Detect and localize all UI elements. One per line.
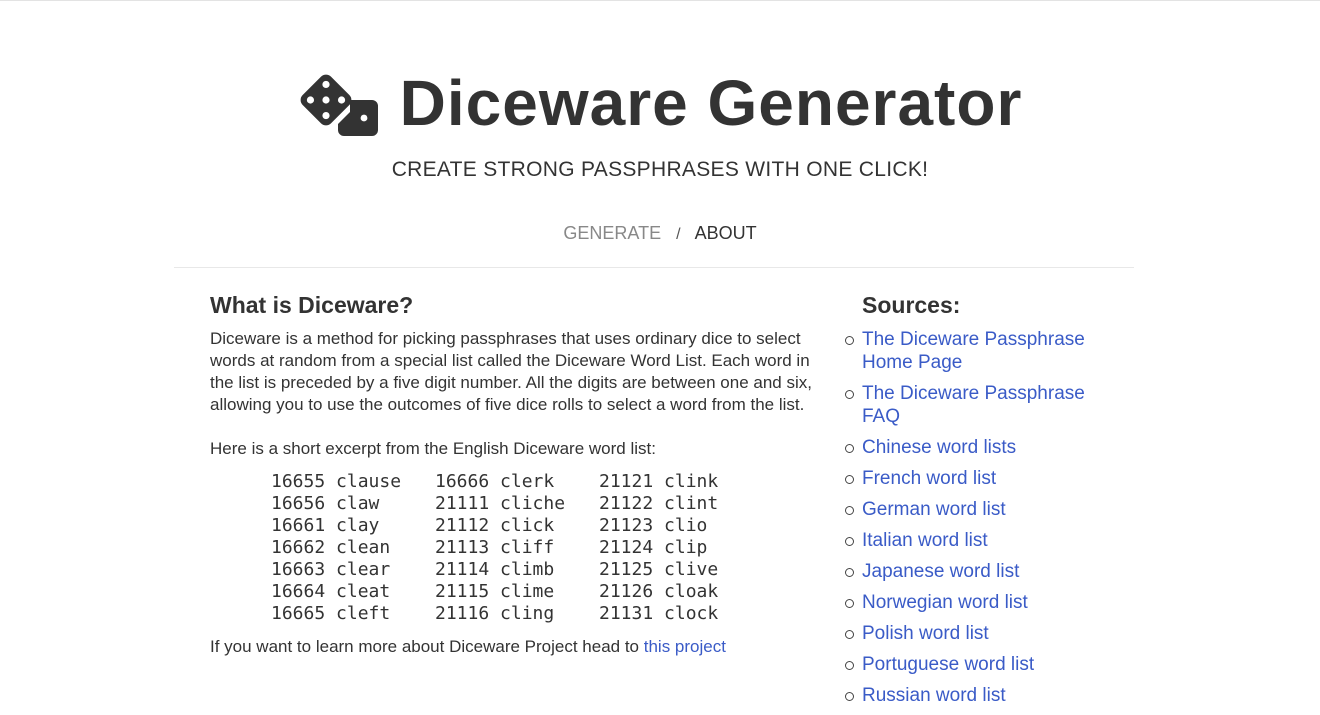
wordlist-entry: 16664 cleat [271,581,391,602]
list-item: Italian word list [845,529,1122,552]
dice-icon [300,74,378,136]
main-content: What is Diceware? Diceware is a method f… [210,290,816,658]
wordlist-row: 16664 cleat 21115 clime 21126 cloak [271,581,816,603]
wordlist-entry: 21124 clip [599,537,708,558]
source-link-faq[interactable]: The Diceware Passphrase FAQ [862,383,1085,427]
source-link-home-page[interactable]: The Diceware Passphrase Home Page [862,329,1085,373]
source-link-japanese[interactable]: Japanese word list [862,561,1019,582]
list-item: The Diceware Passphrase FAQ [845,382,1122,428]
wordlist-entry: 16655 clause [271,471,402,492]
sources-heading: Sources: [862,292,961,318]
nav-separator: / [676,226,681,243]
list-item: Portuguese word list [845,653,1122,676]
nav-about-link[interactable]: ABOUT [695,223,757,243]
wordlist-entry: 21122 clint [599,493,719,514]
wordlist-row: 16663 clear 21114 climb 21125 clive [271,559,816,581]
wordlist-entry: 21131 clock [599,603,719,624]
source-link-french[interactable]: French word list [862,468,996,489]
list-item: Norwegian word list [845,591,1122,614]
wordlist-entry: 21111 cliche [435,493,566,514]
source-link-german[interactable]: German word list [862,499,1006,520]
wordlist-entry: 21121 clink [599,471,719,492]
wordlist-entry: 16663 clear [271,559,391,580]
source-link-russian[interactable]: Russian word list [862,685,1006,706]
wordlist-entry: 21123 clio [599,515,708,536]
wordlist-row: 16662 clean 21113 cliff 21124 clip [271,537,816,559]
site-header: Diceware Generator [0,62,1320,144]
wordlist-entry: 16666 clerk [435,471,555,492]
sources-sidebar: Sources: The Diceware Passphrase Home Pa… [845,290,1122,715]
wordlist-entry: 21113 cliff [435,537,555,558]
list-item: German word list [845,498,1122,521]
site-title: Diceware Generator [399,67,1023,139]
source-link-polish[interactable]: Polish word list [862,623,989,644]
source-link-portuguese[interactable]: Portuguese word list [862,654,1034,675]
source-link-norwegian[interactable]: Norwegian word list [862,592,1028,613]
wordlist-entry: 21112 click [435,515,555,536]
learn-more-paragraph: If you want to learn more about Diceware… [210,636,816,658]
list-item: Polish word list [845,622,1122,645]
header-divider [174,267,1134,268]
wordlist-row: 16655 clause 16666 clerk 21121 clink [271,471,816,493]
wordlist-excerpt: 16655 clause 16666 clerk 21121 clink 166… [271,471,816,625]
nav-generate-link[interactable]: GENERATE [563,223,661,243]
list-item: The Diceware Passphrase Home Page [845,328,1122,374]
list-item: French word list [845,467,1122,490]
source-link-italian[interactable]: Italian word list [862,530,988,551]
wordlist-entry: 16662 clean [271,537,391,558]
list-item: Chinese word lists [845,436,1122,459]
intro-paragraph: Diceware is a method for picking passphr… [210,329,812,414]
main-nav: GENERATE / ABOUT [0,223,1320,244]
wordlist-entry: 16665 cleft [271,603,391,624]
section-heading: What is Diceware? [210,292,414,318]
project-link[interactable]: this project [644,637,726,656]
wordlist-entry: 21126 cloak [599,581,719,602]
wordlist-row: 16656 claw 21111 cliche 21122 clint [271,493,816,515]
top-border [0,0,1320,1]
list-item: Japanese word list [845,560,1122,583]
source-link-chinese[interactable]: Chinese word lists [862,437,1016,458]
title-row: Diceware Generator [298,62,1023,144]
learn-more-text: If you want to learn more about Diceware… [210,637,644,656]
sources-list: The Diceware Passphrase Home Page The Di… [845,328,1122,707]
wordlist-entry: 16661 clay [271,515,380,536]
wordlist-row: 16661 clay 21112 click 21123 clio [271,515,816,537]
wordlist-entry: 21125 clive [599,559,719,580]
wordlist-entry: 16656 claw [271,493,380,514]
tagline: CREATE STRONG PASSPHRASES WITH ONE CLICK… [391,158,929,181]
excerpt-intro: Here is a short excerpt from the English… [210,439,656,458]
wordlist-row: 16665 cleft 21116 cling 21131 clock [271,603,816,625]
wordlist-entry: 21116 cling [435,603,555,624]
wordlist-entry: 21115 clime [435,581,555,602]
wordlist-entry: 21114 climb [435,559,555,580]
list-item: Russian word list [845,684,1122,707]
